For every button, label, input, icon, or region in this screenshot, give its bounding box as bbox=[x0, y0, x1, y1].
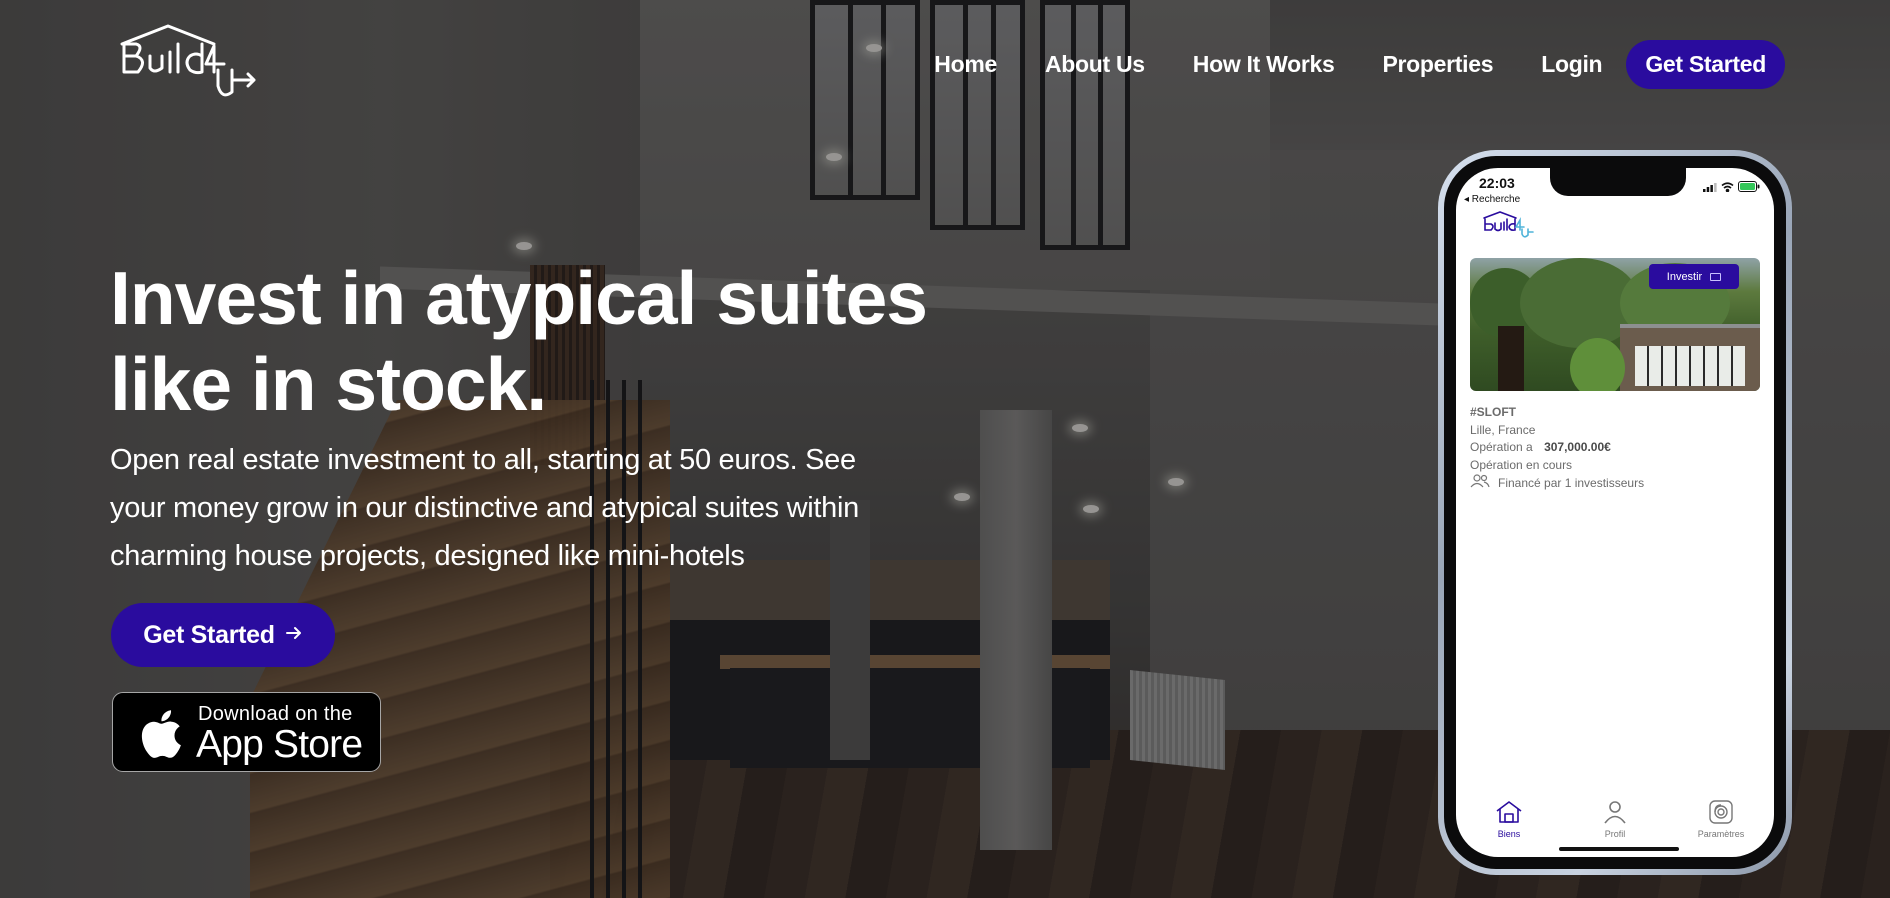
site-header: Home About Us How It Works Properties Lo… bbox=[0, 0, 1890, 110]
nav-home[interactable]: Home bbox=[934, 51, 997, 78]
hero-subtitle-line-3: charming house projects, designed like m… bbox=[110, 540, 745, 572]
status-bar-time: 22:03 bbox=[1479, 175, 1515, 191]
wallet-icon bbox=[1710, 272, 1722, 281]
hero-get-started-label: Get Started bbox=[143, 620, 275, 649]
nav-properties[interactable]: Properties bbox=[1382, 51, 1493, 78]
signal-icon bbox=[1703, 179, 1717, 197]
status-bar-icons bbox=[1703, 179, 1760, 197]
house-icon bbox=[1495, 800, 1523, 826]
property-status: Opération en cours bbox=[1470, 457, 1573, 472]
investors-icon bbox=[1470, 474, 1490, 494]
operation-label: Opération a bbox=[1470, 440, 1533, 454]
invest-button-label: Investir bbox=[1666, 270, 1703, 283]
property-location: Lille, France bbox=[1470, 422, 1536, 437]
phone-mockup: 22:03 ◂ Recherche Investir #SLOFT Lille,… bbox=[1438, 150, 1792, 875]
property-tag: #SLOFT bbox=[1470, 405, 1517, 419]
funded-text: Financé par 1 investisseurs bbox=[1498, 476, 1645, 490]
home-indicator bbox=[1559, 847, 1679, 851]
phone-screen: 22:03 ◂ Recherche Investir #SLOFT Lille,… bbox=[1456, 168, 1774, 857]
hero-subtitle: Open real estate investment to all, star… bbox=[110, 436, 930, 580]
app-store-badge[interactable]: Download on the App Store bbox=[112, 692, 381, 772]
nav-how-it-works[interactable]: How It Works bbox=[1193, 51, 1335, 78]
tab-biens-label: Biens bbox=[1497, 829, 1521, 839]
main-nav: Home About Us How It Works Properties Lo… bbox=[934, 40, 1785, 89]
property-info: #SLOFT Lille, France Opération a 307,000… bbox=[1470, 404, 1644, 494]
build4u-logo[interactable] bbox=[118, 22, 258, 112]
hero-subtitle-line-2: your money grow in our distinctive and a… bbox=[110, 492, 859, 524]
battery-icon bbox=[1738, 179, 1760, 197]
phone-notch bbox=[1550, 168, 1686, 196]
nav-login[interactable]: Login bbox=[1541, 51, 1602, 78]
tab-biens[interactable]: Biens bbox=[1464, 800, 1554, 839]
hero-title: Invest in atypical suites like in stock. bbox=[110, 255, 1010, 427]
app-store-big-text: App Store bbox=[196, 723, 363, 766]
tab-profil-label: Profil bbox=[1604, 829, 1626, 839]
nav-get-started-button[interactable]: Get Started bbox=[1626, 40, 1785, 89]
app-logo bbox=[1482, 210, 1534, 240]
operation-amount: 307,000.00€ bbox=[1544, 440, 1611, 454]
hero-get-started-button[interactable]: Get Started bbox=[111, 603, 335, 667]
app-tab-bar: Biens Profil Paramètres bbox=[1456, 800, 1774, 839]
hero-subtitle-line-1: Open real estate investment to all, star… bbox=[110, 444, 856, 476]
invest-button[interactable]: Investir bbox=[1649, 264, 1739, 289]
apple-icon bbox=[135, 706, 183, 762]
hero-title-line-2: like in stock. bbox=[110, 342, 547, 426]
tab-profil[interactable]: Profil bbox=[1570, 800, 1660, 839]
back-link[interactable]: ◂ Recherche bbox=[1464, 194, 1520, 205]
hero-title-line-1: Invest in atypical suites bbox=[110, 256, 928, 340]
arrow-right-icon bbox=[285, 621, 303, 649]
fingerprint-icon bbox=[1707, 800, 1735, 826]
property-funded: Financé par 1 investisseurs bbox=[1470, 474, 1644, 494]
user-icon bbox=[1601, 800, 1629, 826]
property-operation: Opération a 307,000.00€ bbox=[1470, 439, 1644, 457]
tab-parametres-label: Paramètres bbox=[1697, 829, 1745, 839]
tab-parametres[interactable]: Paramètres bbox=[1676, 800, 1766, 839]
nav-about-us[interactable]: About Us bbox=[1045, 51, 1145, 78]
wifi-icon bbox=[1721, 179, 1734, 197]
